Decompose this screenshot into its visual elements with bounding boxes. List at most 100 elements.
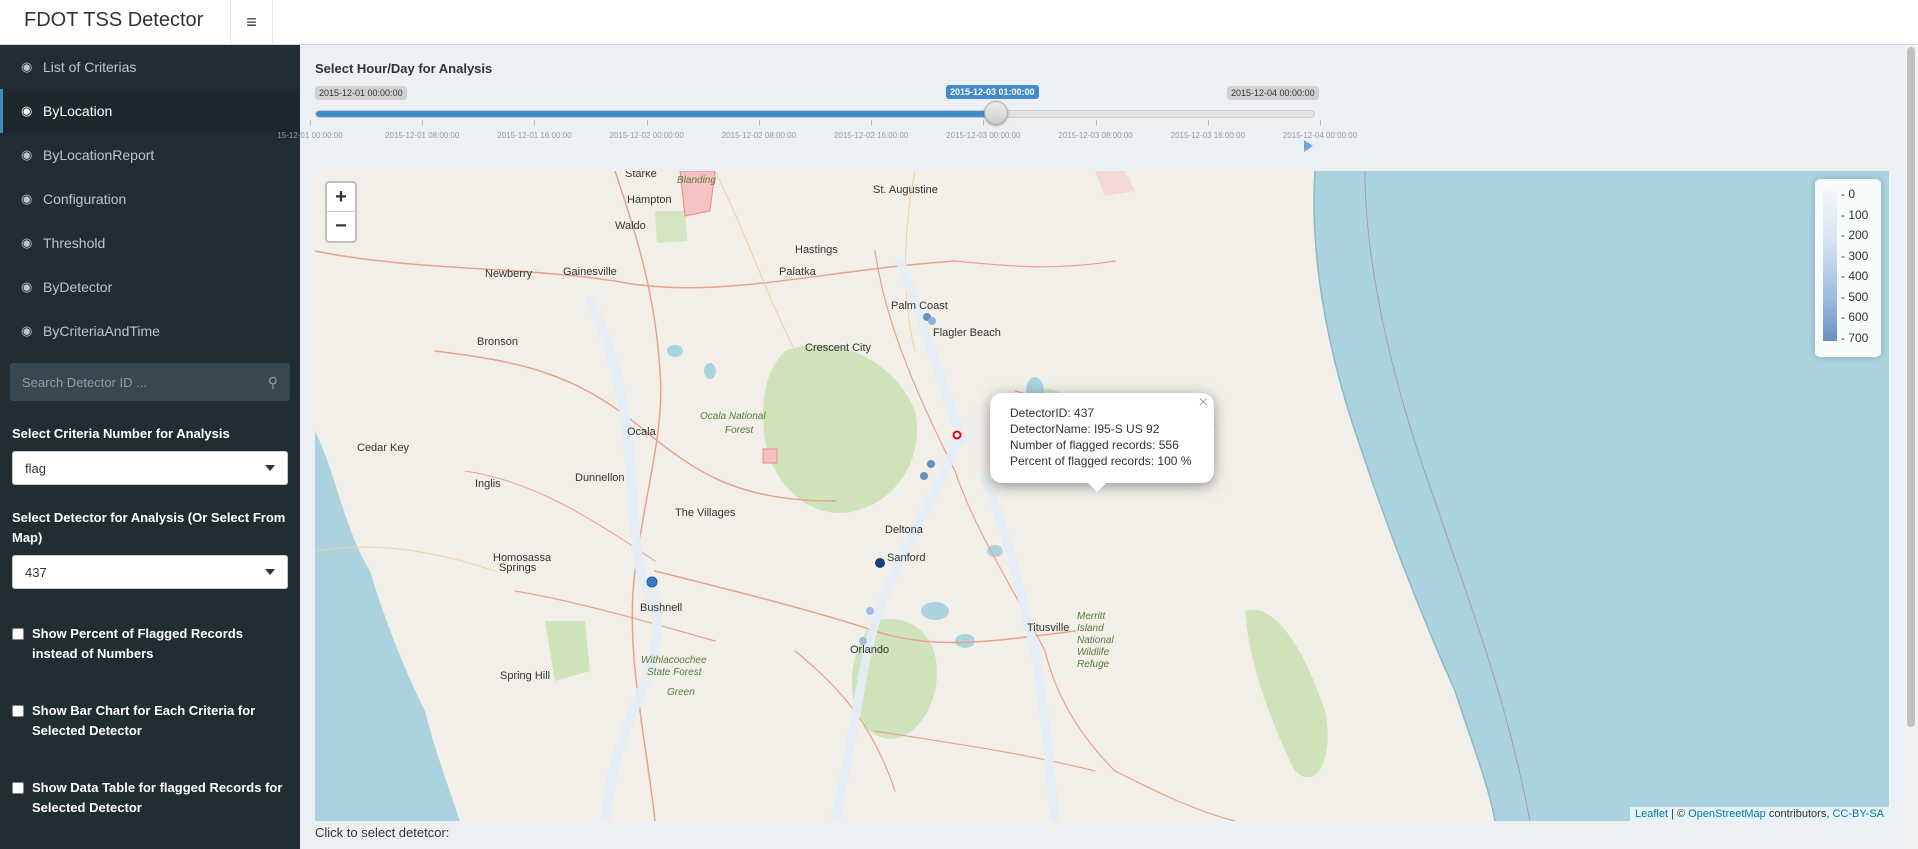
sidebar-item-threshold[interactable]: ◉ Threshold bbox=[0, 221, 300, 265]
percent-checkbox[interactable] bbox=[12, 628, 24, 640]
slider-tick-label: 2015-12-03 16:00:00 bbox=[1170, 131, 1245, 140]
datatable-checkbox[interactable] bbox=[12, 782, 24, 794]
sidebar-item-bylocation[interactable]: ◉ ByLocation bbox=[0, 89, 300, 133]
map[interactable]: Starke Blanding St. Augustine Hampton Wa… bbox=[315, 171, 1889, 821]
attribution-sep: | © bbox=[1668, 808, 1689, 820]
slider-tick-label: 2015-12-02 16:00:00 bbox=[833, 131, 909, 140]
svg-text:Springs: Springs bbox=[499, 562, 537, 574]
svg-text:State Forest: State Forest bbox=[647, 667, 703, 678]
sidebar-item-configuration[interactable]: ◉ Configuration bbox=[0, 177, 300, 221]
svg-text:Dunnellon: Dunnellon bbox=[575, 472, 625, 484]
map-legend: - 0 - 100 - 200 - 300 - 400 - 500 - 600 - 700 bbox=[1815, 179, 1881, 357]
slider-tick-mark bbox=[983, 120, 985, 126]
svg-text:Wildlife: Wildlife bbox=[1077, 647, 1110, 658]
play-icon[interactable] bbox=[1304, 140, 1313, 152]
sidebar: ◉ List of Criterias ◉ ByLocation ◉ ByLoc… bbox=[0, 45, 300, 849]
osm-link[interactable]: OpenStreetMap bbox=[1688, 808, 1766, 820]
svg-text:Ocala National: Ocala National bbox=[700, 411, 766, 422]
search-input[interactable] bbox=[22, 374, 268, 390]
popup-flagged-percent: Percent of flagged records: 100 % bbox=[1010, 454, 1192, 468]
map-tiles: Starke Blanding St. Augustine Hampton Wa… bbox=[315, 171, 1531, 821]
slider-tick-mark bbox=[534, 120, 536, 126]
datatable-checkbox-row: Show Data Table for flagged Records for … bbox=[0, 778, 300, 818]
slider-tick-label: 2015-12-03 00:00:00 bbox=[946, 131, 1021, 140]
percent-checkbox-row: Show Percent of Flagged Records instead … bbox=[0, 624, 300, 664]
slider-tick-mark bbox=[758, 120, 760, 126]
sidebar-item-label: List of Criterias bbox=[43, 59, 137, 75]
barchart-checkbox-row: Show Bar Chart for Each Criteria for Sel… bbox=[0, 701, 300, 741]
slider-label: Select Hour/Day for Analysis bbox=[315, 61, 493, 76]
sidebar-item-label: ByLocation bbox=[43, 103, 113, 119]
svg-text:Green: Green bbox=[667, 687, 695, 698]
svg-text:Forest: Forest bbox=[725, 425, 755, 436]
svg-text:Blanding: Blanding bbox=[677, 175, 716, 186]
detector-label: Select Detector for Analysis (Or Select … bbox=[12, 510, 286, 545]
slider-tick-label: 2015-12-01 08:00:00 bbox=[385, 131, 460, 140]
dashboard-icon: ◉ bbox=[21, 59, 33, 74]
svg-text:The Villages: The Villages bbox=[675, 507, 736, 519]
sidebar-item-bylocationreport[interactable]: ◉ ByLocationReport bbox=[0, 133, 300, 177]
svg-text:Palm Coast: Palm Coast bbox=[891, 300, 948, 312]
sidebar-item-bycriteriaandtime[interactable]: ◉ ByCriteriaAndTime bbox=[0, 309, 300, 353]
search-icon[interactable]: ⚲ bbox=[268, 374, 278, 391]
hamburger-icon: ≡ bbox=[246, 12, 257, 32]
percent-checkbox-label: Show Percent of Flagged Records instead … bbox=[32, 626, 243, 661]
license-link[interactable]: CC-BY-SA bbox=[1832, 808, 1884, 820]
svg-text:Palatka: Palatka bbox=[779, 266, 817, 278]
sidebar-item-label: ByCriteriaAndTime bbox=[43, 323, 160, 339]
legend-colorbar bbox=[1823, 191, 1837, 341]
svg-text:Bronson: Bronson bbox=[477, 336, 518, 348]
datatable-checkbox-label: Show Data Table for flagged Records for … bbox=[32, 780, 283, 815]
svg-text:Orlando: Orlando bbox=[850, 644, 889, 656]
close-icon[interactable]: × bbox=[1199, 395, 1208, 411]
slider-tick-mark bbox=[1095, 120, 1097, 126]
slider-current-label: 2015-12-03 01:00:00 bbox=[946, 85, 1039, 99]
slider-tick-mark bbox=[1320, 120, 1321, 126]
leaflet-link[interactable]: Leaflet bbox=[1635, 808, 1668, 820]
slider-tick-mark bbox=[871, 120, 873, 126]
slider-tick-label: 2015-12-03 08:00:00 bbox=[1058, 131, 1133, 140]
criteria-label: Select Criteria Number for Analysis bbox=[12, 426, 230, 441]
sidebar-toggle-button[interactable]: ≡ bbox=[231, 0, 273, 45]
criteria-select[interactable]: flag bbox=[12, 451, 288, 485]
sidebar-item-list-of-criterias[interactable]: ◉ List of Criterias bbox=[0, 45, 300, 89]
dashboard-icon: ◉ bbox=[21, 279, 33, 294]
time-slider-handle[interactable] bbox=[984, 101, 1008, 125]
svg-text:Inglis: Inglis bbox=[475, 478, 501, 490]
slider-tick-label: 2015-12-04 00:00:00 bbox=[1282, 131, 1358, 140]
top-header: FDOT TSS Detector ≡ bbox=[0, 0, 1918, 45]
barchart-checkbox[interactable] bbox=[12, 705, 24, 717]
svg-text:Titusville: Titusville bbox=[1027, 622, 1069, 634]
legend-value: - 600 bbox=[1841, 310, 1869, 324]
dashboard-icon: ◉ bbox=[21, 147, 33, 162]
app-title: FDOT TSS Detector bbox=[0, 0, 231, 45]
time-slider-track[interactable] bbox=[315, 110, 1315, 118]
svg-text:Gainesville: Gainesville bbox=[563, 266, 617, 278]
zoom-out-button[interactable]: − bbox=[327, 212, 355, 241]
page-scrollbar[interactable] bbox=[1904, 45, 1918, 849]
slider-tick-mark bbox=[310, 120, 311, 126]
slider-tick-mark bbox=[422, 120, 424, 126]
scrollbar-thumb[interactable] bbox=[1907, 47, 1915, 727]
map-attribution: Leaflet | © OpenStreetMap contributors, … bbox=[1629, 807, 1889, 821]
slider-tick-mark bbox=[646, 120, 648, 126]
sidebar-item-bydetector[interactable]: ◉ ByDetector bbox=[0, 265, 300, 309]
dashboard-icon: ◉ bbox=[21, 235, 33, 250]
slider-tick-label: 2015-12-02 08:00:00 bbox=[721, 131, 797, 140]
svg-text:National: National bbox=[1077, 635, 1114, 646]
detector-popup: × DetectorID: 437 DetectorName: I95-S US… bbox=[990, 393, 1214, 483]
svg-text:Withlacoochee: Withlacoochee bbox=[641, 655, 707, 666]
popup-flagged-count: Number of flagged records: 556 bbox=[1010, 438, 1179, 452]
svg-text:Crescent City: Crescent City bbox=[805, 342, 872, 354]
svg-text:Merritt: Merritt bbox=[1077, 611, 1107, 622]
main-content: Select Hour/Day for Analysis 2015-12-01 … bbox=[277, 45, 1904, 849]
svg-text:Deltona: Deltona bbox=[885, 524, 924, 536]
legend-value: - 100 bbox=[1841, 207, 1869, 222]
legend-value: - 200 bbox=[1841, 228, 1869, 242]
svg-text:Island: Island bbox=[1077, 623, 1104, 634]
svg-text:Cedar Key: Cedar Key bbox=[357, 442, 409, 454]
zoom-control: + − bbox=[325, 181, 357, 243]
detector-select[interactable]: 437 bbox=[12, 555, 288, 589]
zoom-in-button[interactable]: + bbox=[327, 183, 355, 212]
legend-value: - 0 bbox=[1841, 187, 1856, 201]
